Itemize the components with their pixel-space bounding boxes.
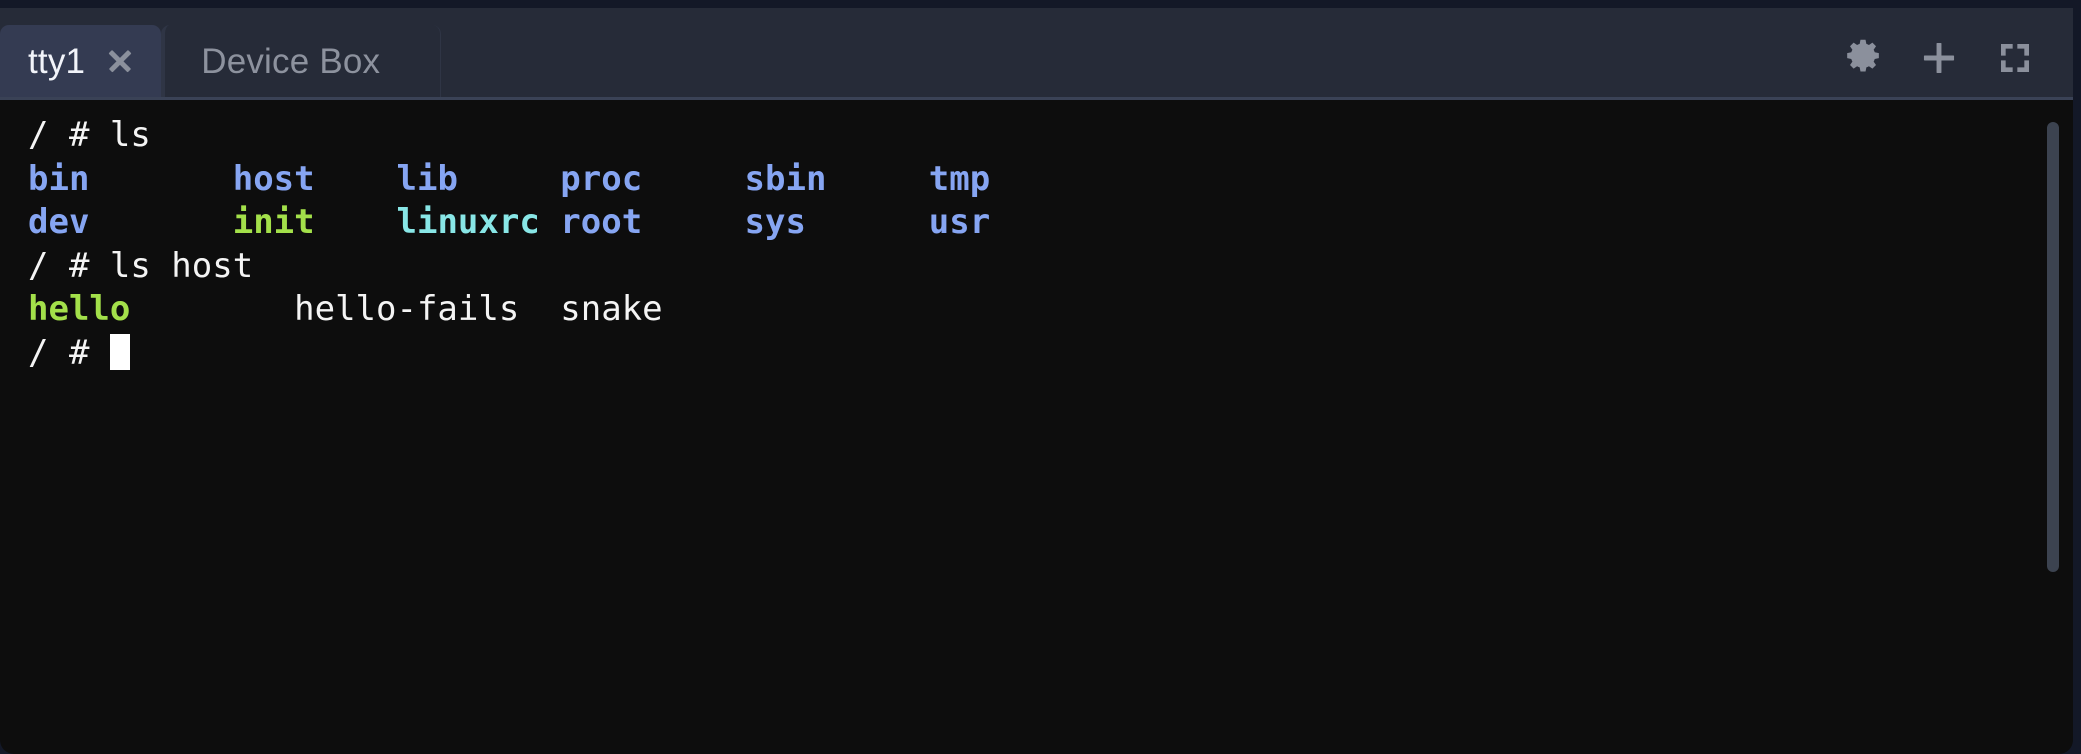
terminal-text: dev	[28, 202, 90, 242]
terminal-app-window: tty1 Device Box / # ls bin host lib proc…	[0, 0, 2081, 754]
tab-tty1[interactable]: tty1	[0, 25, 162, 97]
terminal-text: snake	[560, 289, 663, 329]
terminal-lines: / # ls bin host lib proc sbin tmp dev init…	[0, 114, 2073, 754]
tab-bar-actions	[1841, 36, 2073, 100]
terminal-output-area[interactable]: / # ls bin host lib proc sbin tmp dev init…	[0, 100, 2073, 754]
terminal-line: / #	[28, 332, 2073, 376]
terminal-scrollbar-track[interactable]	[2039, 100, 2073, 754]
close-icon[interactable]	[105, 46, 135, 76]
terminal-text: root	[560, 202, 643, 242]
terminal-line: / # ls host	[28, 245, 2073, 289]
tab-device-box-label: Device Box	[201, 41, 381, 81]
tab-bar: tty1 Device Box	[0, 8, 2073, 100]
terminal-text: host	[232, 158, 315, 199]
terminal-text: linuxrc	[396, 202, 540, 242]
terminal-text: tmp	[928, 158, 991, 199]
gear-icon[interactable]	[1841, 36, 1885, 80]
terminal-text: usr	[928, 202, 991, 242]
terminal-line: dev init linuxrc root sys usr	[28, 201, 2073, 245]
terminal-line: bin host lib proc sbin tmp	[28, 158, 2073, 202]
terminal-line: hello hello-fails snake	[28, 288, 2073, 332]
plus-icon[interactable]	[1917, 36, 1961, 80]
terminal-text: sys	[744, 202, 806, 242]
terminal-line: / # ls	[28, 114, 2073, 158]
terminal-text: sbin	[744, 158, 827, 199]
terminal-text: hello-fails	[294, 289, 520, 329]
terminal-text: / # ls host	[28, 245, 254, 286]
terminal-text: / # ls	[28, 115, 151, 155]
terminal-text: lib	[396, 158, 458, 199]
fullscreen-icon[interactable]	[1993, 36, 2037, 80]
tab-list: tty1 Device Box	[0, 8, 442, 100]
terminal-cursor	[109, 333, 130, 370]
tab-tty1-label: tty1	[28, 41, 86, 81]
terminal-text: bin	[28, 158, 90, 199]
terminal-text: init	[232, 202, 315, 242]
terminal-scrollbar-thumb[interactable]	[2047, 122, 2059, 572]
terminal-text: / #	[28, 332, 110, 373]
terminal-text: proc	[560, 158, 643, 199]
terminal-text: hello	[28, 289, 131, 329]
tab-device-box[interactable]: Device Box	[161, 25, 442, 97]
